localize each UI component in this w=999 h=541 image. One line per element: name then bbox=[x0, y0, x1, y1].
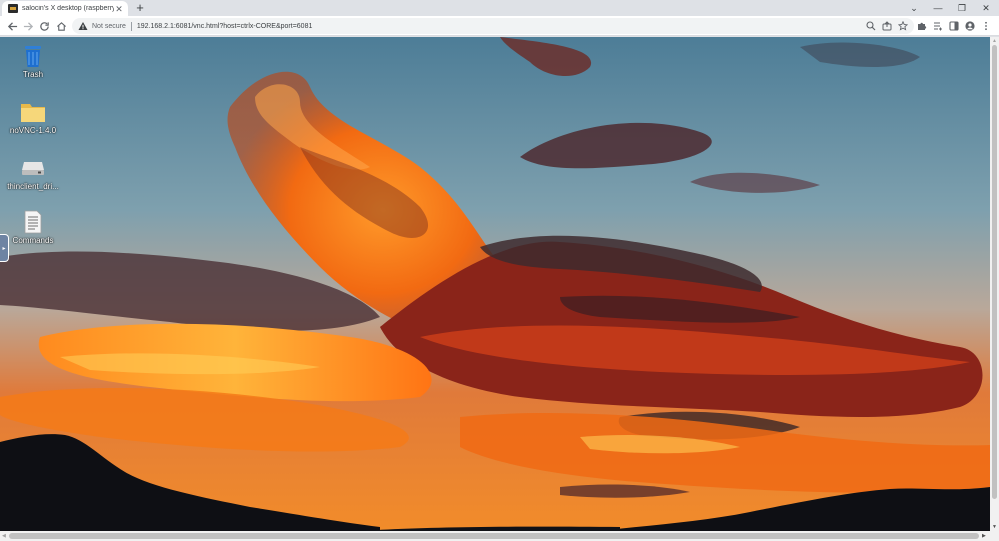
back-button[interactable] bbox=[4, 18, 20, 34]
extensions-puzzle-icon[interactable] bbox=[914, 18, 930, 34]
vnc-favicon-icon bbox=[8, 4, 18, 13]
desktop-icon-commands[interactable]: Commands bbox=[2, 209, 64, 245]
forward-arrow-icon bbox=[23, 21, 33, 31]
desktop-icon-trash[interactable]: Trash bbox=[2, 43, 64, 79]
horizontal-scrollbar[interactable]: ◀ ▶ bbox=[0, 531, 999, 541]
browser-menu-kebab-icon[interactable] bbox=[978, 18, 994, 34]
home-button[interactable] bbox=[53, 18, 69, 34]
address-bar[interactable]: Not secure 192.168.2.1:6081/vnc.html?hos… bbox=[72, 18, 914, 34]
close-window-button[interactable]: ✕ bbox=[974, 0, 998, 16]
side-panel-icon[interactable] bbox=[946, 18, 962, 34]
new-tab-button[interactable]: + bbox=[133, 1, 147, 15]
desktop-icon-label: noVNC-1.4.0 bbox=[9, 126, 57, 135]
scroll-up-arrow-icon[interactable]: ▲ bbox=[992, 38, 997, 44]
scroll-right-arrow-icon[interactable]: ▶ bbox=[982, 533, 986, 539]
profile-avatar-icon[interactable] bbox=[962, 18, 978, 34]
url-text[interactable]: 192.168.2.1:6081/vnc.html?host=ctrlx-COR… bbox=[137, 23, 313, 30]
trash-icon bbox=[19, 43, 47, 69]
vertical-scrollbar[interactable]: ▲ ▼ bbox=[990, 37, 999, 531]
back-arrow-icon bbox=[7, 21, 17, 31]
tab-title: salocin's X desktop (raspberrypi:1) bbox=[22, 5, 114, 12]
bookmark-star-icon[interactable] bbox=[896, 19, 910, 33]
reload-icon bbox=[39, 21, 49, 31]
home-icon bbox=[56, 21, 66, 31]
reading-list-icon[interactable] bbox=[930, 18, 946, 34]
restore-button[interactable]: ❐ bbox=[950, 0, 974, 16]
address-bar-actions bbox=[864, 19, 910, 33]
address-divider bbox=[130, 21, 132, 31]
forward-button[interactable] bbox=[20, 18, 36, 34]
text-file-icon bbox=[19, 209, 47, 235]
scroll-left-arrow-icon[interactable]: ◀ bbox=[2, 533, 6, 539]
desktop-icon-label: Trash bbox=[22, 70, 44, 79]
tab-vnc-desktop[interactable]: salocin's X desktop (raspberrypi:1) ✕ bbox=[2, 1, 128, 16]
share-icon[interactable] bbox=[880, 19, 894, 33]
tab-search-chevron-icon[interactable]: ⌄ bbox=[902, 0, 926, 16]
tab-strip: salocin's X desktop (raspberrypi:1) ✕ + … bbox=[0, 0, 999, 16]
desktop-icon-thinclient-drive[interactable]: thinclient_dri... bbox=[2, 155, 64, 191]
desktop-icon-novnc-folder[interactable]: noVNC-1.4.0 bbox=[2, 99, 64, 135]
vnc-remote-desktop[interactable]: Trash noVNC-1.4.0 thinclient_dri... Comm… bbox=[0, 37, 990, 531]
sunset-wallpaper bbox=[0, 37, 990, 531]
folder-icon bbox=[19, 99, 47, 125]
novnc-control-bar-handle[interactable]: ▸ bbox=[0, 234, 9, 262]
reload-button[interactable] bbox=[36, 18, 52, 34]
vertical-scroll-thumb[interactable] bbox=[992, 45, 997, 499]
expand-arrow-icon: ▸ bbox=[2, 245, 6, 252]
desktop-icon-label: thinclient_dri... bbox=[7, 182, 59, 191]
zoom-icon[interactable] bbox=[864, 19, 878, 33]
tab-close-icon[interactable]: ✕ bbox=[114, 4, 124, 14]
toolbar-actions bbox=[914, 18, 994, 34]
warning-triangle-icon[interactable] bbox=[78, 21, 88, 31]
browser-toolbar: Not secure 192.168.2.1:6081/vnc.html?hos… bbox=[0, 16, 999, 36]
desktop-icon-label: Commands bbox=[12, 236, 54, 245]
scroll-down-arrow-icon[interactable]: ▼ bbox=[992, 524, 997, 530]
horizontal-scroll-thumb[interactable] bbox=[9, 533, 979, 539]
drive-icon bbox=[19, 155, 47, 181]
not-secure-label[interactable]: Not secure bbox=[92, 23, 126, 30]
minimize-button[interactable]: — bbox=[926, 0, 950, 16]
